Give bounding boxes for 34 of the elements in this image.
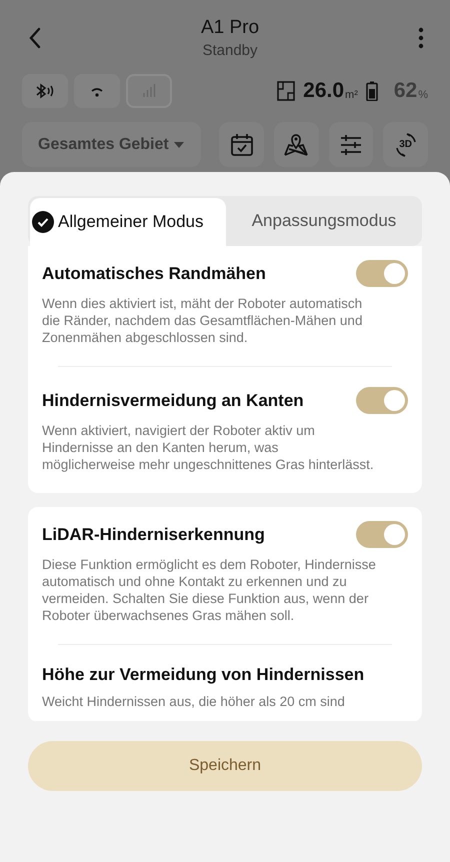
map-pin-icon[interactable]: [274, 122, 319, 167]
setting-title: Automatisches Randmähen: [42, 264, 266, 284]
setting-description: Wenn aktiviert, navigiert der Roboter aktiv um Hindernisse an den Kanten herum, was möglicherweise mehr ungeschnittenes Gras hinterlässt.: [42, 422, 375, 473]
signal-icon: [141, 83, 157, 99]
floorplan-icon: [277, 81, 296, 101]
back-icon[interactable]: [28, 27, 42, 49]
setting-title: Höhe zur Vermeidung von Hindernissen: [42, 665, 364, 685]
3d-view-button[interactable]: 3D: [383, 122, 428, 167]
save-button[interactable]: Speichern: [28, 741, 422, 791]
toggle-switch[interactable]: [356, 260, 408, 287]
bluetooth-icon: [35, 83, 55, 99]
area-unit: m²: [345, 89, 358, 101]
sliders-icon[interactable]: [328, 122, 374, 167]
check-icon: [32, 211, 54, 233]
setting-description: Diese Funktion ermöglicht es dem Roboter, Hindernisse automatisch und ohne Kontakt zu erkennen und zu vermeiden. Schalten Sie diese Funktion aus, wenn der Roboter überwachsenes Gras mähen soll.: [42, 556, 377, 624]
mode-tab[interactable]: Anpassungsmodus: [226, 196, 422, 246]
mode-tab[interactable]: Allgemeiner Modus: [30, 198, 226, 246]
battery-value: 62: [394, 79, 418, 103]
setting-title: Hindernisvermeidung an Kanten: [42, 390, 304, 410]
area-value: 26.0: [303, 79, 344, 103]
setting-title: LiDAR-Hinderniserkennung: [42, 524, 265, 544]
setting-description: Wenn dies aktiviert ist, mäht der Roboter automatisch die Ränder, nachdem das Gesamtflächen-Mähen und Zonenmähen abgeschlossen sind.: [42, 295, 364, 346]
device-title: A1 Pro: [200, 17, 260, 39]
caret-icon: [173, 140, 186, 148]
battery-icon: [366, 81, 378, 101]
more-icon[interactable]: [418, 27, 424, 49]
toggle-switch[interactable]: [356, 521, 408, 548]
battery-unit: %: [418, 89, 428, 101]
zone-dropdown[interactable]: Gesamtes Gebiet: [22, 122, 202, 167]
setting-description: Weicht Hindernissen aus, die höher als 20 cm sind: [42, 693, 346, 710]
calendar-icon[interactable]: [219, 122, 264, 167]
device-status: Standby: [202, 42, 258, 59]
connection-chip[interactable]: [22, 74, 68, 108]
toggle-switch[interactable]: [356, 387, 408, 414]
